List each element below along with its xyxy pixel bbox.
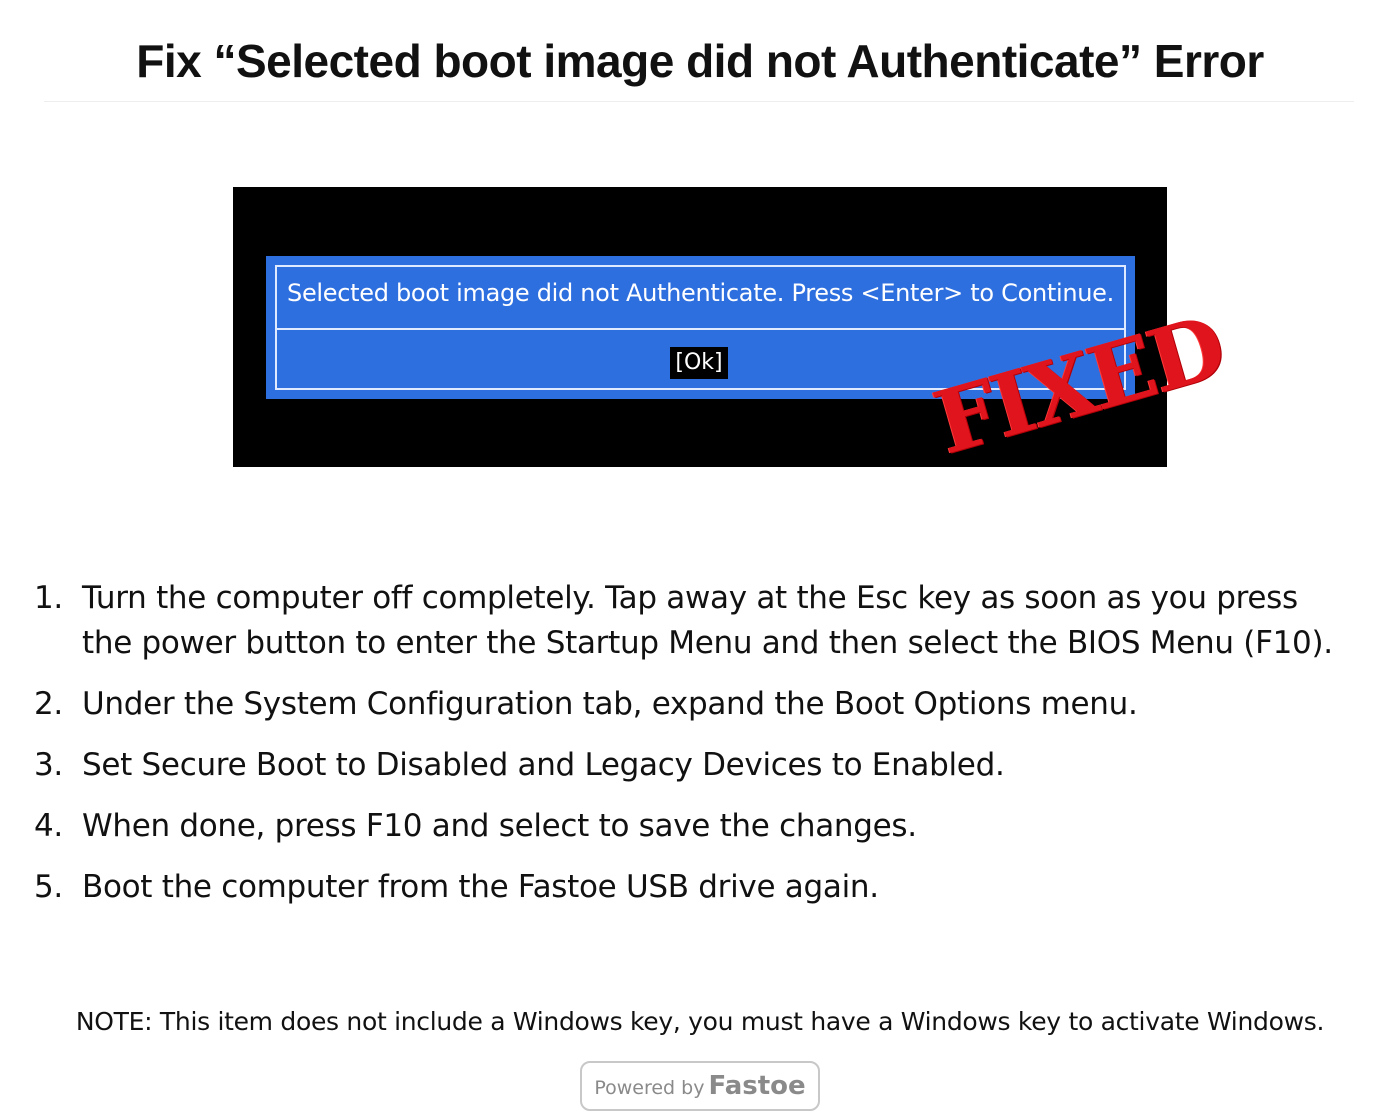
- step-text: Turn the computer off completely. Tap aw…: [82, 580, 1333, 661]
- license-note: NOTE: This item does not include a Windo…: [75, 1007, 1325, 1036]
- step-text: Under the System Configuration tab, expa…: [82, 686, 1138, 722]
- step-number: 4.: [34, 808, 63, 844]
- list-item: 3. Set Secure Boot to Disabled and Legac…: [34, 743, 1354, 788]
- list-item: 5. Boot the computer from the Fastoe USB…: [34, 865, 1354, 910]
- bios-error-message: Selected boot image did not Authenticate…: [287, 279, 1114, 307]
- fastoe-brand: Fastoe: [708, 1071, 806, 1101]
- powered-by-label: Powered by: [594, 1077, 705, 1099]
- list-item: 4. When done, press F10 and select to sa…: [34, 804, 1354, 849]
- step-number: 2.: [34, 686, 63, 722]
- step-text: Set Secure Boot to Disabled and Legacy D…: [82, 747, 1005, 783]
- title-divider: [44, 101, 1354, 102]
- ok-button[interactable]: [Ok]: [670, 347, 728, 379]
- step-number: 3.: [34, 747, 63, 783]
- powered-by-badge[interactable]: Powered by Fastoe: [580, 1061, 820, 1111]
- list-item: 1. Turn the computer off completely. Tap…: [34, 576, 1354, 666]
- page-title: Fix “Selected boot image did not Authent…: [136, 35, 1264, 87]
- list-item: 2. Under the System Configuration tab, e…: [34, 682, 1354, 727]
- fix-steps-list: 1. Turn the computer off completely. Tap…: [34, 576, 1354, 926]
- step-text: Boot the computer from the Fastoe USB dr…: [82, 869, 879, 905]
- step-number: 1.: [34, 580, 63, 616]
- step-text: When done, press F10 and select to save …: [82, 808, 917, 844]
- dialog-divider: [275, 328, 1126, 330]
- step-number: 5.: [34, 869, 63, 905]
